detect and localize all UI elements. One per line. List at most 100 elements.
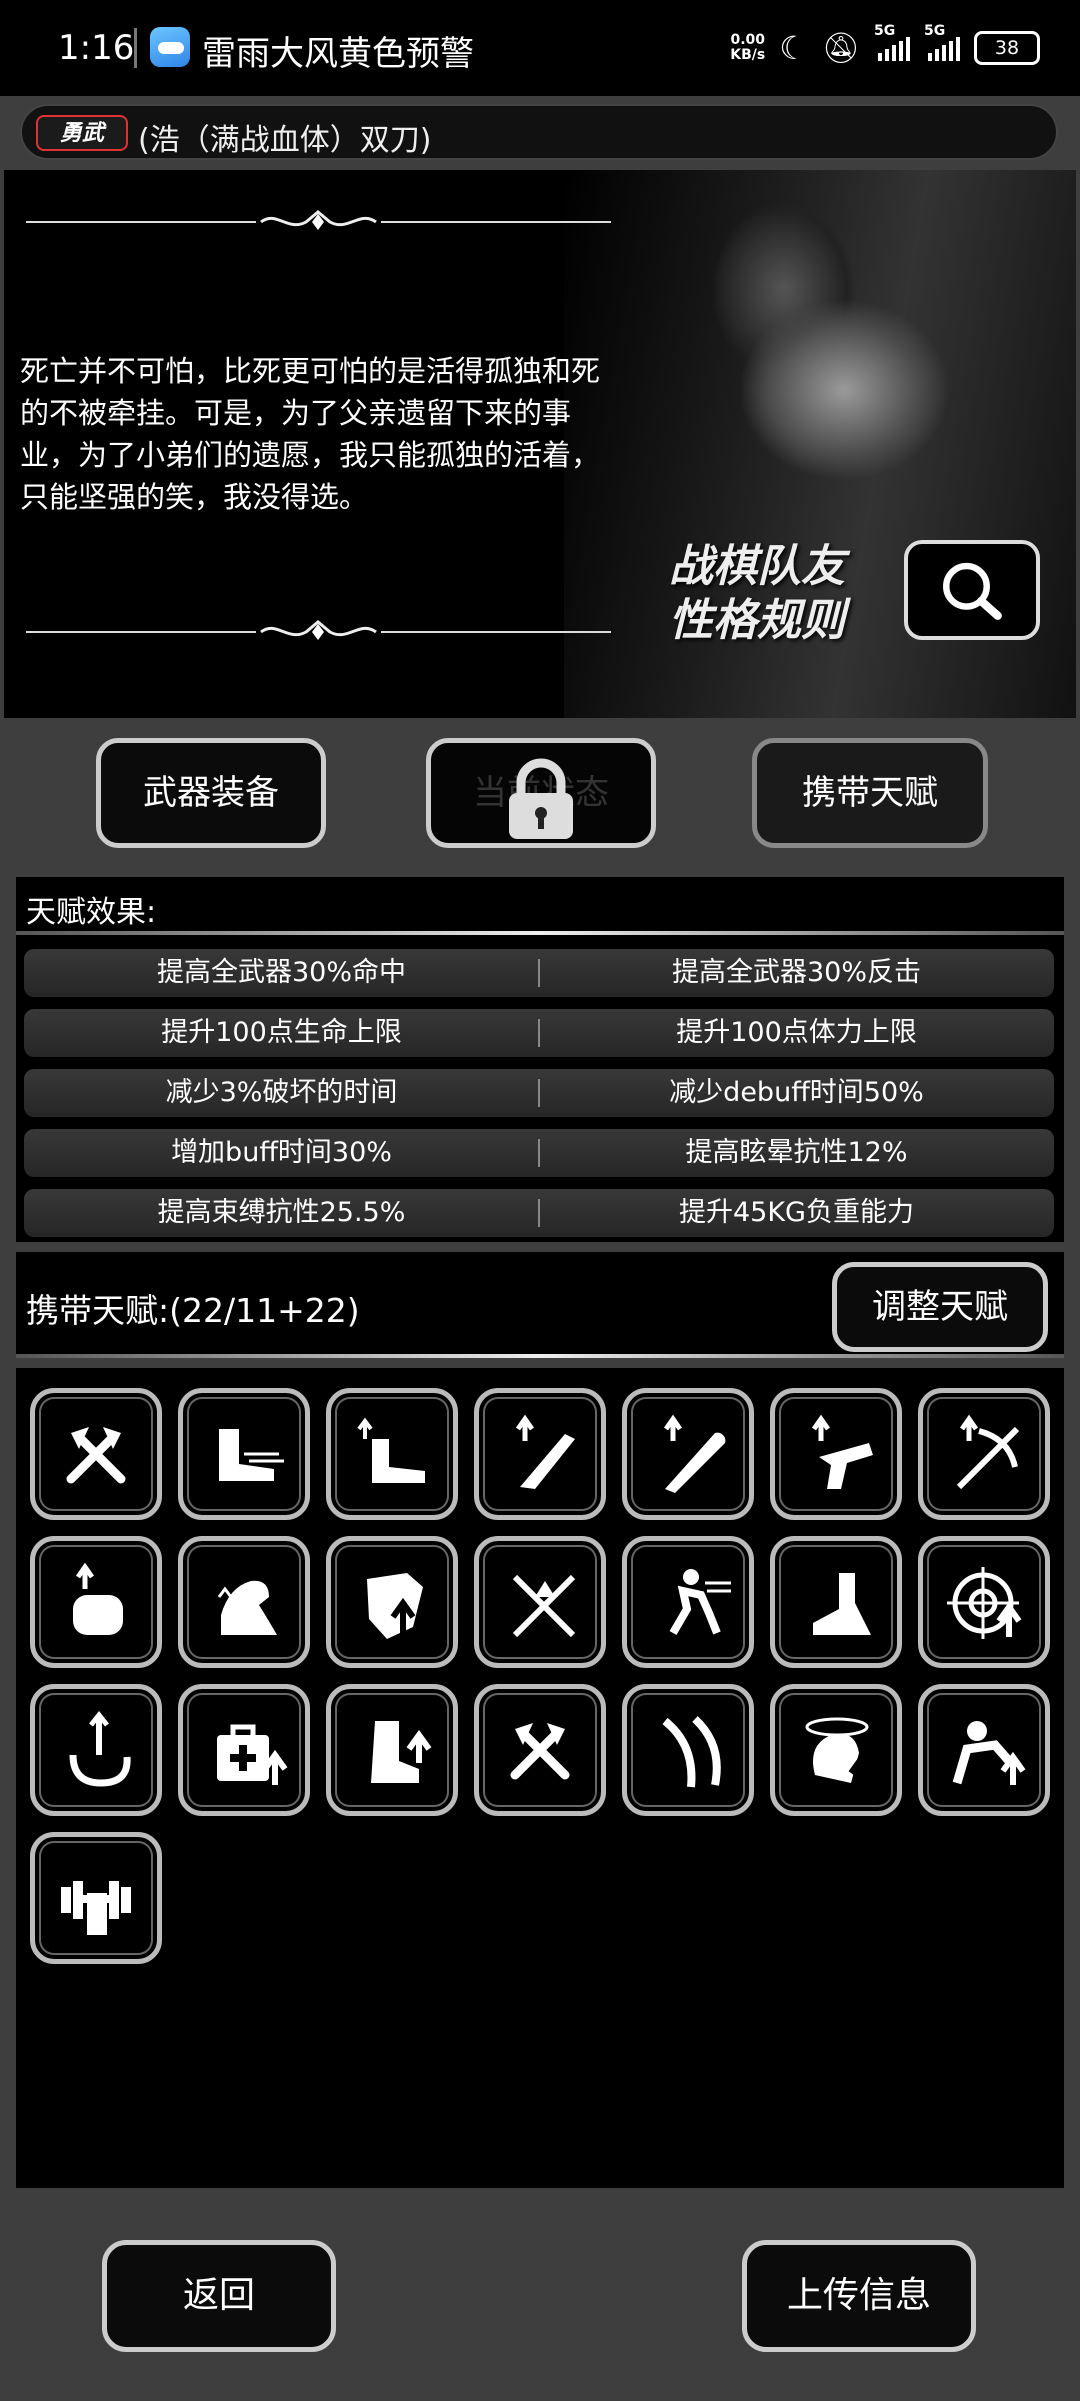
talent-slot[interactable] <box>474 1388 606 1520</box>
talent-slot[interactable] <box>178 1684 310 1816</box>
effect-item: 提高全武器30%命中 <box>156 957 406 988</box>
upload-info-button[interactable]: 上传信息 <box>742 2240 976 2352</box>
talent-slot[interactable] <box>474 1684 606 1816</box>
character-name: (浩（满战血体）双刀) <box>138 123 432 158</box>
divider <box>16 1354 1064 1358</box>
moon-icon: ☾ <box>779 29 808 67</box>
effect-item: 提高全武器30%反击 <box>671 957 921 988</box>
tab-weapons[interactable]: 武器装备 <box>96 738 326 848</box>
rules-line-2: 性格规则 <box>669 595 845 646</box>
magnifier-icon <box>943 562 1002 620</box>
effects-title: 天赋效果: <box>26 895 157 930</box>
character-title-bar: 勇武 (浩（满战血体）双刀) <box>20 104 1058 160</box>
dizzy-head-up-icon <box>805 1717 874 1787</box>
lock-icon <box>509 758 573 839</box>
effect-item: 提升100点体力上限 <box>676 1017 917 1048</box>
effect-item: 提升45KG负重能力 <box>679 1197 914 1228</box>
talent-slot[interactable] <box>30 1388 162 1520</box>
effect-row: 提高全武器30%命中 提高全武器30%反击 <box>24 949 1054 997</box>
carried-talents-count: 携带天赋:(22/11+22) <box>26 1291 360 1330</box>
back-button[interactable]: 返回 <box>102 2240 336 2352</box>
flexed-arm-icon <box>217 1580 277 1635</box>
talent-slot[interactable] <box>622 1684 754 1816</box>
rules-line-1: 战棋队友 <box>669 541 845 592</box>
story-text: 死亡并不可怕，比死更可怕的是活得孤独和死的不被牵挂。可是，为了父亲遗留下来的事业… <box>20 354 601 514</box>
effect-item: 减少debuff时间50% <box>669 1077 924 1108</box>
effect-row: 提高束缚抗性25.5% 提升45KG负重能力 <box>24 1189 1054 1237</box>
arm-guard-up-icon <box>73 1562 123 1635</box>
talent-slot[interactable] <box>30 1684 162 1816</box>
talent-slot[interactable] <box>918 1536 1050 1668</box>
effect-item: 减少3%破坏的时间 <box>165 1077 398 1108</box>
effect-item: 增加buff时间30% <box>171 1137 392 1168</box>
running-figure-icon <box>669 1569 731 1636</box>
effect-item: 提高束缚抗性25.5% <box>157 1197 406 1228</box>
carried-talents-header: 携带天赋:(22/11+22) 调整天赋 <box>16 1252 1064 1358</box>
signal-label-1: 5G <box>874 23 896 39</box>
talent-slot[interactable] <box>178 1388 310 1520</box>
crossed-swords-icon <box>512 1574 576 1638</box>
dumbbell-icon <box>61 1881 131 1935</box>
bat-up-icon <box>663 1414 726 1493</box>
crossed-axes-icon <box>510 1723 570 1780</box>
talent-slot[interactable] <box>474 1536 606 1668</box>
strength-up-icon <box>952 1721 1026 1785</box>
network-speed: 0.00 KB/s <box>730 33 765 63</box>
talent-slot[interactable] <box>326 1536 458 1668</box>
talent-effects-panel: 天赋效果: 提高全武器30%命中 提高全武器30%反击 提升100点生命上限 提… <box>16 877 1064 1242</box>
ornament-top <box>26 210 611 230</box>
talent-slot[interactable] <box>30 1832 162 1964</box>
signal-label-2: 5G <box>924 23 946 39</box>
talent-slot[interactable] <box>622 1388 754 1520</box>
medkit-up-icon <box>217 1724 288 1785</box>
weather-app-icon <box>150 27 190 67</box>
effect-item: 提高眩晕抗性12% <box>685 1137 908 1168</box>
talent-slot[interactable] <box>918 1388 1050 1520</box>
class-badge: 勇武 <box>36 115 128 151</box>
status-indicators: 0.00 KB/s ☾ 🔕︎ 5G 5G 38 <box>730 23 1040 70</box>
pistol-up-icon <box>811 1414 873 1489</box>
talent-slot[interactable] <box>918 1684 1050 1816</box>
status-bar: 1:16 雷雨大风黄色预警 0.00 KB/s ☾ 🔕︎ 5G 5G 38 <box>0 0 1080 96</box>
crossbow-up-icon <box>956 1414 1020 1490</box>
rules-search-button[interactable] <box>904 540 1040 640</box>
shield-up-icon <box>367 1573 423 1639</box>
talent-slot[interactable] <box>770 1536 902 1668</box>
tab-talents[interactable]: 携带天赋 <box>752 738 988 848</box>
talent-slot[interactable] <box>770 1388 902 1520</box>
crossed-axes-icon <box>66 1427 126 1484</box>
effect-row: 增加buff时间30% 提高眩晕抗性12% <box>24 1129 1054 1177</box>
clock: 1:16 <box>58 28 135 68</box>
signal-icon: 5G <box>874 23 910 61</box>
talent-slot[interactable] <box>178 1536 310 1668</box>
grapple-hook-icon <box>69 1710 131 1787</box>
character-story-panel: 死亡并不可怕，比死更可怕的是活得孤独和死的不被牵挂。可是，为了父亲遗留下来的事业… <box>4 170 1076 718</box>
ribbons-icon <box>662 1716 721 1788</box>
boot-speed-up-icon <box>357 1417 425 1483</box>
status-divider <box>134 28 137 68</box>
adjust-talents-button[interactable]: 调整天赋 <box>832 1262 1048 1352</box>
effect-row: 提升100点生命上限 提升100点体力上限 <box>24 1009 1054 1057</box>
network-speed-unit: KB/s <box>730 47 766 63</box>
target-up-icon <box>947 1567 1022 1639</box>
boot-up-icon <box>371 1721 432 1783</box>
talent-slot[interactable] <box>30 1536 162 1668</box>
divider <box>16 931 1064 935</box>
talent-slot[interactable] <box>326 1684 458 1816</box>
mute-bell-icon: 🔕︎ <box>821 30 860 66</box>
effect-row: 减少3%破坏的时间 减少debuff时间50% <box>24 1069 1054 1117</box>
machete-up-icon <box>515 1414 575 1489</box>
network-speed-value: 0.00 <box>730 32 765 48</box>
talent-slot[interactable] <box>622 1536 754 1668</box>
effect-item: 提升100点生命上限 <box>161 1017 402 1048</box>
talent-grid <box>16 1368 1064 2188</box>
ornament-bottom <box>26 620 611 640</box>
talent-slot[interactable] <box>770 1684 902 1816</box>
leg-icon <box>813 1573 871 1635</box>
tab-status-locked[interactable]: 当前状态 <box>426 738 656 848</box>
teammate-rules-label[interactable]: 战棋队友 性格规则 <box>669 540 845 648</box>
talent-slot[interactable] <box>326 1388 458 1520</box>
sprint-boot-icon <box>219 1429 284 1481</box>
signal-icon: 5G <box>924 23 960 61</box>
weather-alert-text: 雷雨大风黄色预警 <box>202 34 474 74</box>
